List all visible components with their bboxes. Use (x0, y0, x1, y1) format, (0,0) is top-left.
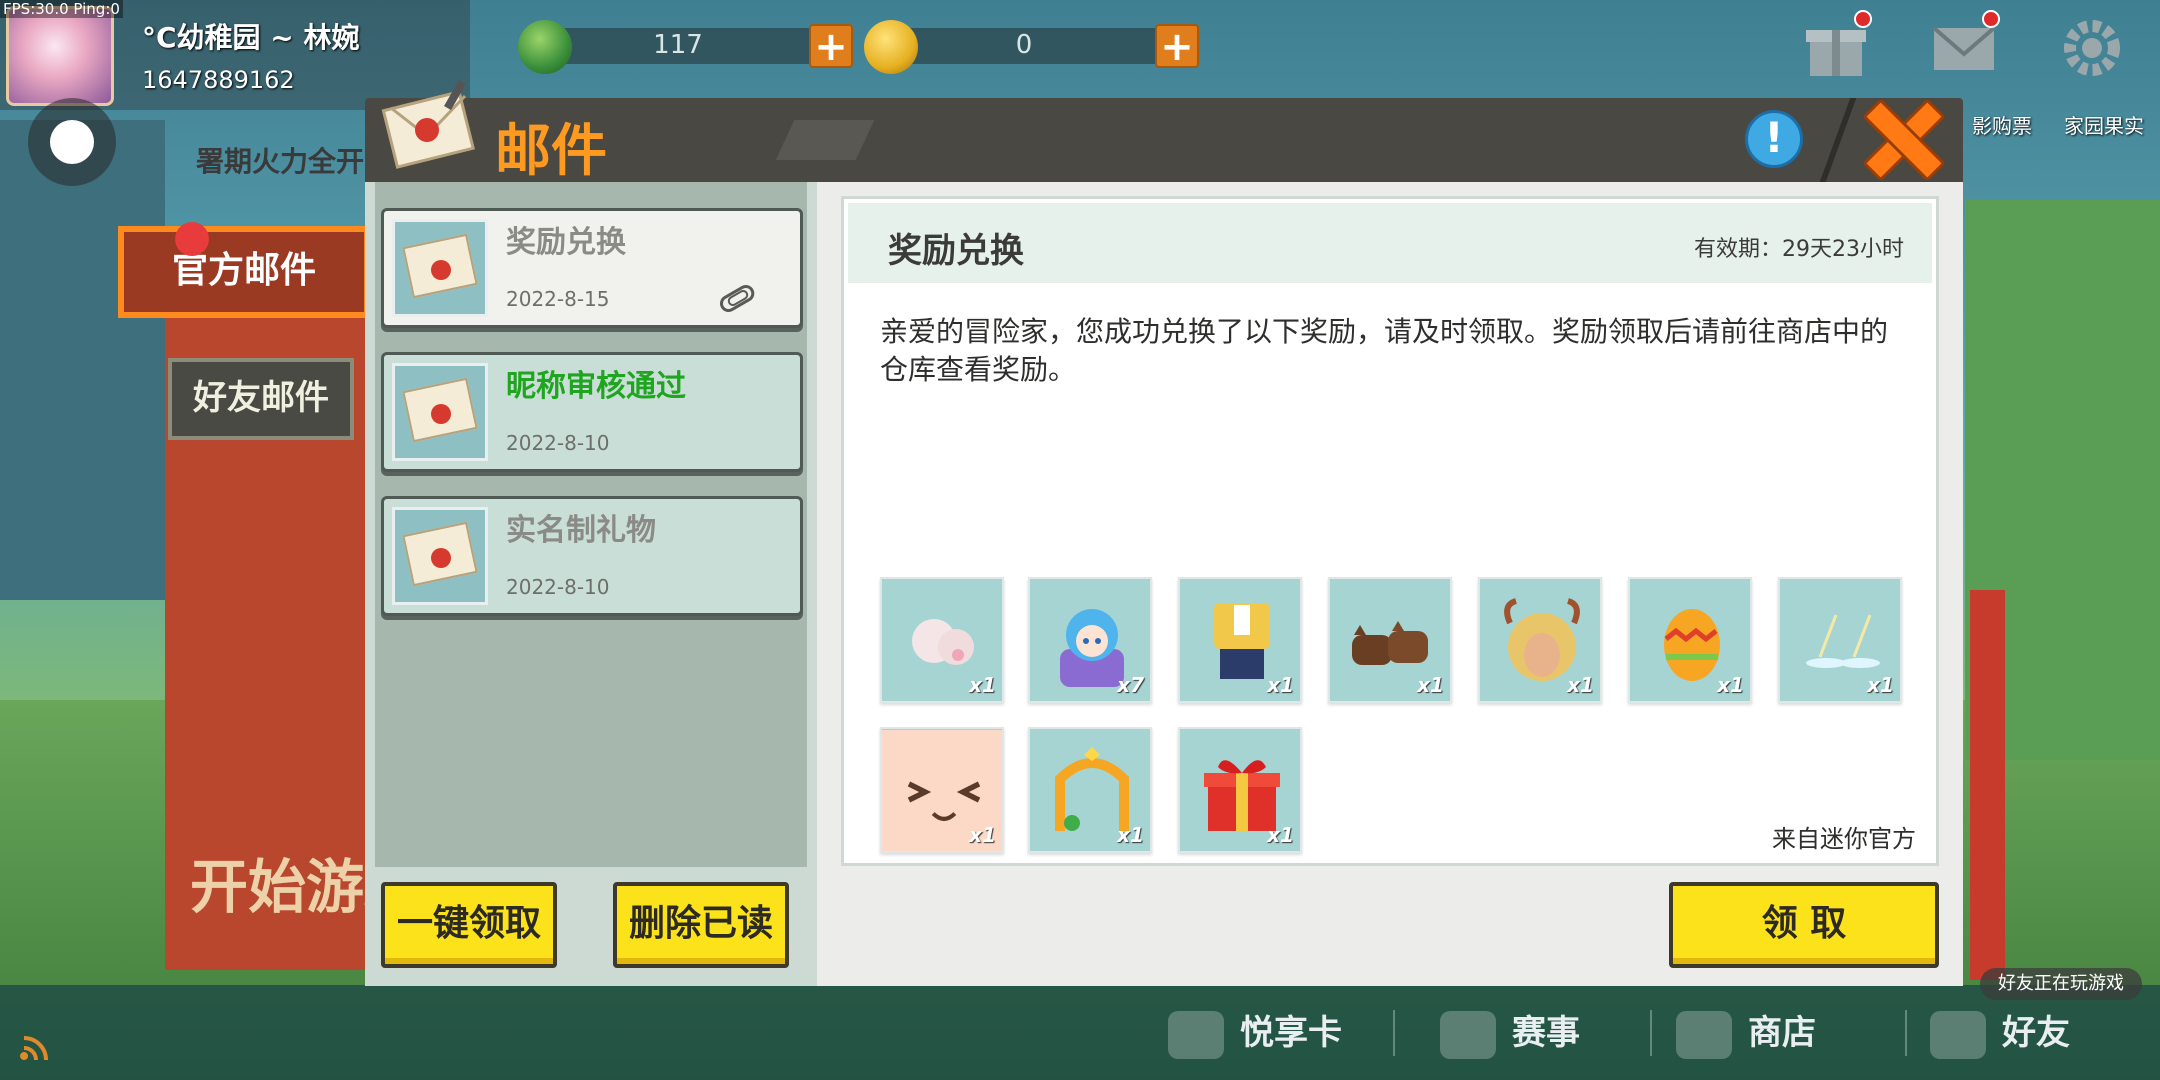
gift-icon[interactable] (1804, 10, 1872, 80)
reward-quantity: x1 (1867, 673, 1894, 697)
divider (1650, 1010, 1652, 1056)
divider (1905, 1010, 1907, 1056)
mail-list-item[interactable]: 昵称审核通过 2022-8-10 (381, 352, 803, 472)
scene-block (0, 120, 165, 600)
trophy-icon (1440, 1010, 1496, 1059)
player-name: °C幼稚园 ~ 林婉 (142, 21, 360, 54)
reward-item[interactable]: x1 (880, 727, 1004, 853)
event-banner-text[interactable]: 署期火力全开 (196, 140, 364, 180)
cart-icon (1676, 1010, 1732, 1059)
delete-read-button[interactable]: 删除已读 (613, 882, 789, 968)
movie-ticket-shortcut[interactable]: 影购票 (1972, 110, 2032, 139)
mail-sender: 来自迷你官方 (1772, 825, 1916, 853)
reward-quantity: x1 (1567, 673, 1594, 697)
coin-count: 0 (1015, 30, 1033, 60)
mail-detail-header: 奖励兑换 有效期：29天23小时 (848, 203, 1932, 283)
reward-item[interactable]: x1 (880, 577, 1004, 703)
nav-label: 悦享卡 (1240, 1013, 1342, 1053)
notification-dot (1854, 10, 1872, 28)
nav-shop[interactable]: 商店 (1676, 1005, 1816, 1065)
dialog-body: 奖励兑换 2022-8-15 昵称审核通过 2022-8-10 实名制礼物 20… (365, 182, 1963, 986)
gear-icon[interactable] (2060, 16, 2124, 80)
scene-red-panel (1970, 590, 2005, 980)
claim-button[interactable]: 领 取 (1669, 882, 1939, 968)
nav-friends[interactable]: 好友 (1930, 1005, 2070, 1065)
reward-quantity: x1 (969, 673, 996, 697)
claim-all-button[interactable]: 一键领取 (381, 882, 557, 968)
reward-item[interactable]: x7 (1028, 577, 1152, 703)
dialog-title: 邮件 (495, 119, 607, 184)
mail-date: 2022-8-15 (506, 287, 610, 311)
notification-dot (1982, 10, 2000, 28)
reward-quantity: x1 (1417, 673, 1444, 697)
nav-label: 好友 (2002, 1013, 2070, 1053)
reward-item[interactable]: x1 (1028, 727, 1152, 853)
reward-item[interactable]: x1 (1178, 727, 1302, 853)
gem-count: 117 (653, 30, 703, 60)
reward-item[interactable]: x1 (1628, 577, 1752, 703)
nav-events[interactable]: 赛事 (1440, 1005, 1580, 1065)
avatar[interactable] (6, 6, 114, 106)
nav-label: 商店 (1748, 1013, 1816, 1053)
reward-quantity: x1 (1267, 823, 1294, 847)
envelope-icon (392, 507, 488, 605)
mail-icon[interactable] (1932, 10, 2000, 80)
mail-date: 2022-8-10 (506, 431, 610, 455)
tab-friend-mail[interactable]: 好友邮件 (168, 358, 354, 440)
garden-fruit-shortcut[interactable]: 家园果实 (2064, 110, 2144, 139)
envelope-icon (381, 80, 475, 169)
reward-quantity: x1 (1717, 673, 1744, 697)
envelope-icon (392, 219, 488, 317)
signal-icon (20, 1036, 48, 1061)
mail-date: 2022-8-10 (506, 575, 610, 599)
header-divider (1819, 98, 1857, 182)
close-button[interactable] (1855, 90, 1945, 180)
screen-record-button[interactable] (28, 98, 116, 186)
player-id: 1647889162 (142, 66, 295, 94)
mail-subject: 实名制礼物 (506, 513, 656, 548)
reward-quantity: x7 (1117, 673, 1144, 697)
add-gem-button[interactable]: + (809, 24, 853, 68)
mail-subject: 奖励兑换 (506, 225, 626, 260)
friend-playing-badge[interactable]: 好友正在玩游戏 (1980, 968, 2142, 1000)
mail-body-text: 亲爱的冒险家，您成功兑换了以下奖励，请及时领取。奖励领取后请前往商店中的仓库查看… (880, 315, 1889, 386)
mail-list-item[interactable]: 实名制礼物 2022-8-10 (381, 496, 803, 616)
mail-detail-title: 奖励兑换 (888, 231, 1024, 271)
mail-expiry: 有效期：29天23小时 (1694, 237, 1904, 262)
header-decoration (775, 120, 875, 160)
attachment-icon (719, 285, 755, 312)
nav-label: 赛事 (1512, 1013, 1580, 1053)
currency-gem: 117 + (518, 20, 853, 74)
mail-dialog: 邮件 ! 奖励兑换 2022-8-15 昵称审核通过 2022-8-10 实名制… (365, 80, 1963, 986)
gold-coin-icon (864, 20, 918, 74)
dialog-header: 邮件 ! (365, 80, 1963, 184)
mail-list-item[interactable]: 奖励兑换 2022-8-15 (381, 208, 803, 328)
envelope-icon (392, 363, 488, 461)
mail-detail-card: 奖励兑换 有效期：29天23小时 亲爱的冒险家，您成功兑换了以下奖励，请及时领取… (841, 196, 1939, 866)
currency-coin: 0 + (864, 20, 1199, 74)
pig-card-icon (1168, 1010, 1224, 1059)
reward-item[interactable]: x1 (1778, 577, 1902, 703)
notification-dot (175, 222, 209, 256)
tab-official-mail[interactable]: 官方邮件 (118, 226, 370, 318)
fps-readout: FPS:30.0 Ping:0 (0, 0, 123, 18)
reward-quantity: x1 (1117, 823, 1144, 847)
friend-icon (1930, 1010, 1986, 1059)
reward-item[interactable]: x1 (1328, 577, 1452, 703)
info-button[interactable]: ! (1745, 110, 1803, 168)
reward-item[interactable]: x1 (1478, 577, 1602, 703)
reward-quantity: x1 (1267, 673, 1294, 697)
mail-subject: 昵称审核通过 (506, 369, 686, 404)
bottom-nav-bar (0, 985, 2160, 1080)
mail-list-pane: 奖励兑换 2022-8-15 昵称审核通过 2022-8-10 实名制礼物 20… (365, 182, 817, 986)
reward-quantity: x1 (969, 823, 996, 847)
add-coin-button[interactable]: + (1155, 24, 1199, 68)
reward-item[interactable]: x1 (1178, 577, 1302, 703)
nav-vip-card[interactable]: 悦享卡 (1168, 1005, 1342, 1065)
divider (1393, 1010, 1395, 1056)
green-gem-icon (518, 20, 572, 74)
